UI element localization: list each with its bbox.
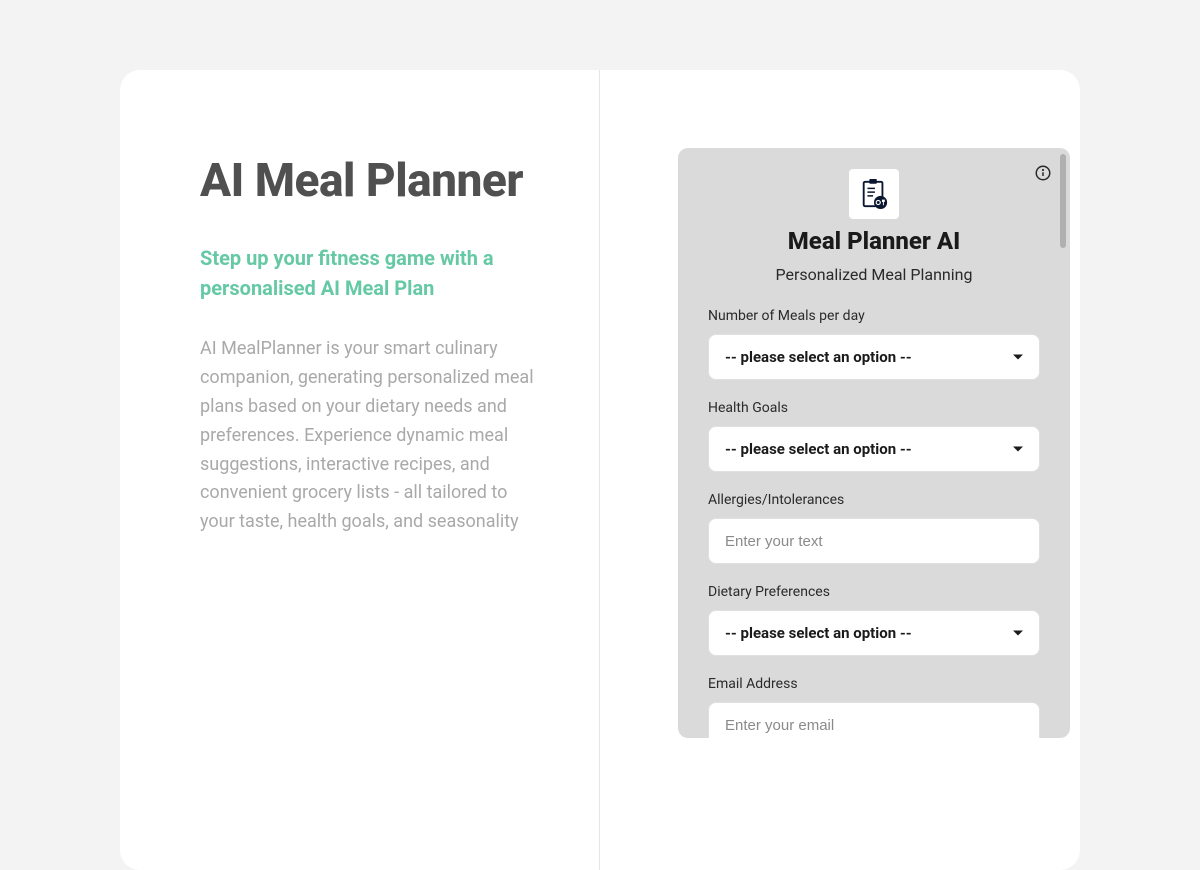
- form-widget: Meal Planner AI Personalized Meal Planni…: [678, 148, 1070, 738]
- email-input[interactable]: [725, 717, 1023, 734]
- right-panel: Meal Planner AI Personalized Meal Planni…: [600, 70, 1080, 870]
- page-subtitle: Step up your fitness game with a persona…: [200, 243, 539, 303]
- allergies-label: Allergies/Intolerances: [708, 492, 1040, 508]
- meals-select[interactable]: -- please select an option --: [708, 334, 1040, 380]
- diet-label: Dietary Preferences: [708, 584, 1040, 600]
- chevron-down-icon: [1013, 355, 1023, 360]
- meals-select-value: -- please select an option --: [725, 348, 912, 366]
- left-panel: AI Meal Planner Step up your fitness gam…: [120, 70, 600, 870]
- scrollbar[interactable]: [1060, 154, 1066, 248]
- allergies-input[interactable]: [725, 533, 1023, 550]
- email-input-wrapper: [708, 702, 1040, 738]
- allergies-input-wrapper: [708, 518, 1040, 564]
- goals-select[interactable]: -- please select an option --: [708, 426, 1040, 472]
- chevron-down-icon: [1013, 447, 1023, 452]
- email-label: Email Address: [708, 676, 1040, 692]
- main-card: AI Meal Planner Step up your fitness gam…: [120, 70, 1080, 870]
- goals-label: Health Goals: [708, 400, 1040, 416]
- meals-label: Number of Meals per day: [708, 308, 1040, 324]
- info-icon[interactable]: [1034, 164, 1052, 182]
- widget-title: Meal Planner AI: [708, 227, 1040, 255]
- diet-select-value: -- please select an option --: [725, 624, 912, 642]
- page-description: AI MealPlanner is your smart culinary co…: [200, 335, 539, 537]
- widget-subtitle: Personalized Meal Planning: [708, 265, 1040, 284]
- page-title: AI Meal Planner: [200, 150, 539, 213]
- diet-select[interactable]: -- please select an option --: [708, 610, 1040, 656]
- goals-select-value: -- please select an option --: [725, 440, 912, 458]
- widget-logo: [849, 169, 899, 219]
- chevron-down-icon: [1013, 631, 1023, 636]
- meal-planner-icon: [859, 178, 889, 210]
